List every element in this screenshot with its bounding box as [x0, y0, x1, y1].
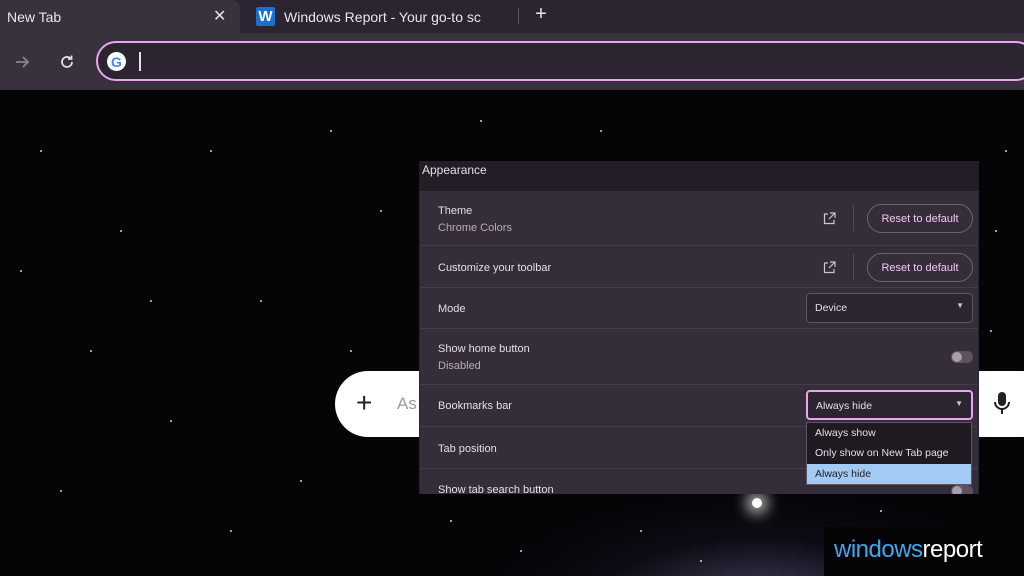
bookmarks-bar-select-value: Always hide [816, 400, 873, 412]
open-external-icon[interactable] [823, 212, 836, 225]
address-bar[interactable]: G [96, 41, 1024, 81]
settings-header: Appearance [419, 161, 979, 191]
bookmarks-bar-label: Bookmarks bar [438, 400, 512, 412]
bookmarks-bar-row: Bookmarks bar Always hide ▼ [420, 385, 978, 427]
tab-search-label: Show tab search button [438, 484, 554, 494]
divider [853, 205, 854, 231]
toolbar-reset-button[interactable]: Reset to default [867, 253, 973, 282]
customize-toolbar-row: Customize your toolbar Reset to default [420, 246, 978, 288]
divider [853, 254, 854, 280]
bright-star [752, 498, 762, 508]
mode-row: Mode Device ▼ [420, 288, 978, 329]
reload-button[interactable] [54, 49, 80, 75]
home-button-label: Show home button [438, 343, 530, 355]
home-button-row: Show home button Disabled [420, 329, 978, 385]
forward-button[interactable] [10, 49, 36, 75]
tab-title: New Tab [7, 8, 62, 25]
option-always-hide[interactable]: Always hide [807, 464, 971, 484]
tab-new-tab[interactable]: New Tab ✕ [0, 0, 240, 33]
option-always-show[interactable]: Always show [807, 423, 971, 443]
google-logo-icon: G [107, 52, 126, 71]
windows-report-watermark: windowsreport [824, 527, 1024, 576]
customize-toolbar-label: Customize your toolbar [438, 262, 552, 274]
close-tab-icon[interactable]: ✕ [213, 6, 226, 26]
tab-position-label: Tab position [438, 443, 497, 455]
home-button-toggle[interactable] [951, 351, 973, 363]
tab-windows-report[interactable]: W Windows Report - Your go-to sc [250, 0, 515, 33]
mode-label: Mode [438, 303, 466, 315]
chevron-down-icon: ▼ [956, 301, 964, 310]
home-button-status: Disabled [438, 360, 481, 372]
windows-report-favicon-icon: W [256, 7, 275, 26]
bookmarks-bar-select[interactable]: Always hide ▼ [806, 390, 973, 420]
search-placeholder: As [397, 394, 417, 413]
bookmarks-bar-options-list: Always show Only show on New Tab page Al… [806, 422, 972, 485]
option-only-new-tab[interactable]: Only show on New Tab page [807, 443, 971, 463]
tab-strip: New Tab ✕ W Windows Report - Your go-to … [0, 0, 1024, 33]
theme-row: Theme Chrome Colors Reset to default [420, 191, 978, 246]
theme-label: Theme [438, 205, 473, 217]
theme-value: Chrome Colors [438, 222, 512, 234]
open-external-icon[interactable] [823, 261, 836, 274]
toolbar: G [0, 33, 1024, 90]
chevron-down-icon: ▼ [955, 399, 963, 408]
text-caret [139, 52, 141, 71]
tab-title: Windows Report - Your go-to sc [284, 8, 481, 25]
new-tab-button[interactable]: + [529, 2, 553, 26]
mode-select-value: Device [815, 302, 848, 314]
tab-search-toggle[interactable] [951, 485, 973, 494]
tab-separator [518, 8, 519, 24]
forward-arrow-icon [16, 56, 30, 68]
mode-select[interactable]: Device ▼ [806, 293, 973, 323]
section-title: Appearance [422, 163, 487, 177]
microphone-icon[interactable] [992, 389, 1012, 419]
add-icon[interactable]: + [356, 387, 372, 419]
reload-icon [61, 55, 73, 68]
theme-reset-button[interactable]: Reset to default [867, 204, 973, 233]
watermark-logo: windowsreport [834, 536, 983, 563]
